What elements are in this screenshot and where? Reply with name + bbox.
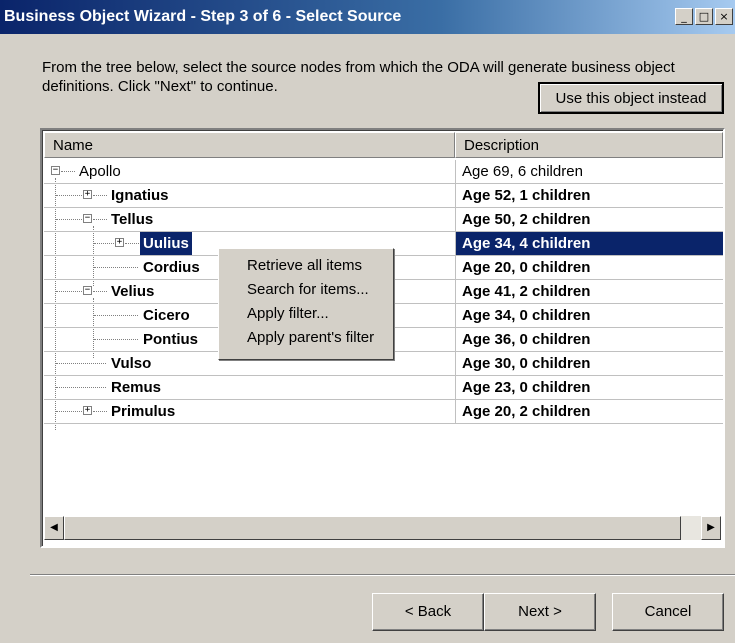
expand-icon[interactable]: + bbox=[83, 190, 92, 199]
tree-node-label[interactable]: Pontius bbox=[140, 328, 201, 351]
back-button[interactable]: < Back bbox=[372, 593, 484, 631]
tree-node-description: Age 34, 0 children bbox=[455, 304, 723, 328]
close-icon[interactable]: × bbox=[715, 8, 733, 25]
tree-node-label[interactable]: Apollo bbox=[76, 160, 124, 183]
tree-node-label[interactable]: Velius bbox=[108, 280, 157, 303]
column-header-description[interactable]: Description bbox=[455, 132, 723, 158]
tree-row-ignatius[interactable]: + Ignatius Age 52, 1 children bbox=[44, 184, 723, 208]
scroll-left-icon[interactable]: ◀ bbox=[44, 516, 64, 540]
tree-node-description: Age 69, 6 children bbox=[455, 160, 723, 184]
tree-node-description: Age 20, 0 children bbox=[455, 256, 723, 280]
tree-node-label[interactable]: Primulus bbox=[108, 400, 178, 423]
menu-item-search-items[interactable]: Search for items... bbox=[219, 278, 393, 302]
context-menu: Retrieve all items Search for items... A… bbox=[218, 248, 394, 360]
collapse-icon[interactable]: − bbox=[83, 214, 92, 223]
scrollbar-thumb[interactable] bbox=[64, 516, 681, 540]
menu-item-apply-parent-filter[interactable]: Apply parent's filter bbox=[219, 326, 393, 350]
column-headers: Name Description bbox=[44, 132, 723, 158]
tree-node-description: Age 50, 2 children bbox=[455, 208, 723, 232]
tree-row-apollo[interactable]: − Apollo Age 69, 6 children bbox=[44, 160, 723, 184]
window-controls: _ □ × bbox=[675, 8, 733, 25]
scroll-right-icon[interactable]: ▶ bbox=[701, 516, 721, 540]
minimize-icon[interactable]: _ bbox=[675, 8, 693, 25]
horizontal-scrollbar[interactable]: ◀ ▶ bbox=[44, 516, 721, 540]
title-bar: Business Object Wizard - Step 3 of 6 - S… bbox=[0, 0, 735, 34]
tree-node-description: Age 23, 0 children bbox=[455, 376, 723, 400]
tree-node-description: Age 20, 2 children bbox=[455, 400, 723, 424]
tree-node-label[interactable]: Uulius bbox=[140, 232, 192, 255]
tree-node-label[interactable]: Cordius bbox=[140, 256, 203, 279]
tree-node-label[interactable]: Tellus bbox=[108, 208, 156, 231]
tree-node-label[interactable]: Remus bbox=[108, 376, 164, 399]
menu-item-retrieve-all[interactable]: Retrieve all items bbox=[219, 254, 393, 278]
tree-row-remus[interactable]: Remus Age 23, 0 children bbox=[44, 376, 723, 400]
tree-node-description: Age 41, 2 children bbox=[455, 280, 723, 304]
collapse-icon[interactable]: − bbox=[83, 286, 92, 295]
expand-icon[interactable]: + bbox=[83, 406, 92, 415]
column-header-name[interactable]: Name bbox=[44, 132, 455, 158]
tree-node-label[interactable]: Vulso bbox=[108, 352, 154, 375]
window-title: Business Object Wizard - Step 3 of 6 - S… bbox=[4, 8, 402, 25]
tree-node-label[interactable]: Ignatius bbox=[108, 184, 172, 207]
use-object-button[interactable]: Use this object instead bbox=[538, 82, 724, 114]
cancel-button[interactable]: Cancel bbox=[612, 593, 724, 631]
expand-icon[interactable]: + bbox=[115, 238, 124, 247]
tree-row-primulus[interactable]: + Primulus Age 20, 2 children bbox=[44, 400, 723, 424]
menu-item-apply-filter[interactable]: Apply filter... bbox=[219, 302, 393, 326]
tree-node-label[interactable]: Cicero bbox=[140, 304, 193, 327]
tree-node-description: Age 52, 1 children bbox=[455, 184, 723, 208]
tree-node-description: Age 36, 0 children bbox=[455, 328, 723, 352]
collapse-icon[interactable]: − bbox=[51, 166, 60, 175]
next-button[interactable]: Next > bbox=[484, 593, 596, 631]
tree-row-tellus[interactable]: − Tellus Age 50, 2 children bbox=[44, 208, 723, 232]
maximize-icon[interactable]: □ bbox=[695, 8, 713, 25]
tree-node-description: Age 30, 0 children bbox=[455, 352, 723, 376]
tree-node-description: Age 34, 4 children bbox=[455, 232, 723, 256]
divider bbox=[30, 574, 735, 576]
